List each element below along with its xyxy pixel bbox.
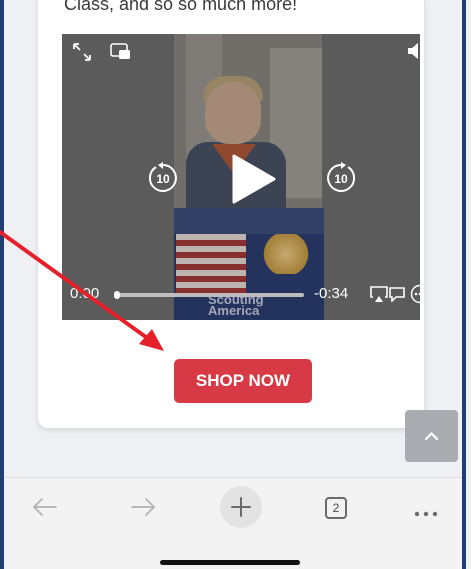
home-indicator: [160, 560, 300, 565]
browser-toolbar: 2: [4, 477, 462, 569]
captions-icon[interactable]: [388, 286, 406, 303]
back-to-top-button[interactable]: [405, 410, 458, 462]
plus-icon: [231, 497, 251, 517]
product-card: Class, and so so much more! Scouting Ame…: [38, 0, 424, 428]
expand-icon[interactable]: [72, 42, 92, 62]
new-tab-button[interactable]: [220, 486, 262, 528]
ellipsis-icon[interactable]: [414, 504, 438, 517]
time-elapsed: 0:00: [70, 285, 100, 302]
intro-text: Class, and so so much more!: [64, 0, 298, 14]
skip-forward-seconds: 10: [334, 172, 348, 186]
web-page: Class, and so so much more! Scouting Ame…: [4, 0, 462, 569]
forward-arrow-icon[interactable]: [130, 496, 156, 518]
shop-now-button[interactable]: SHOP NOW: [174, 359, 312, 403]
video-player[interactable]: Scouting America 10 10 0:00 -0:34: [62, 34, 420, 320]
time-remaining: -0:34: [314, 285, 349, 302]
skip-back-seconds: 10: [156, 172, 170, 186]
video-scrubber[interactable]: [116, 293, 304, 297]
scrubber-knob[interactable]: [114, 291, 120, 299]
more-options-icon[interactable]: [410, 284, 420, 304]
right-edge-strip: [466, 0, 471, 569]
back-arrow-icon[interactable]: [32, 496, 58, 518]
picture-in-picture-icon[interactable]: [110, 42, 132, 60]
tabs-icon[interactable]: 2: [325, 497, 347, 519]
chevron-up-icon: [424, 432, 439, 441]
play-icon[interactable]: [230, 154, 276, 204]
airplay-icon[interactable]: [370, 285, 388, 303]
skip-back-icon[interactable]: 10: [146, 161, 180, 195]
skip-forward-icon[interactable]: 10: [324, 161, 358, 195]
volume-icon[interactable]: [406, 42, 420, 60]
